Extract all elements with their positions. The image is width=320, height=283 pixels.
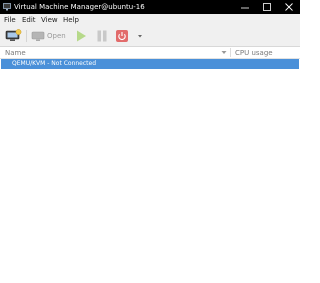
column-header-cpu[interactable]: CPU usage [235,49,273,57]
chevron-down-icon [138,35,142,38]
vm-list: Name CPU usage QEMU/KVM - Not Connected [0,46,300,283]
maximize-icon [263,3,271,11]
new-vm-icon [5,29,22,41]
sort-chevron-icon [221,51,227,54]
list-row-connection[interactable]: QEMU/KVM - Not Connected [1,59,299,69]
menu-file[interactable]: File [4,16,16,24]
connection-label: QEMU/KVM - Not Connected [12,60,97,67]
monitor-icon [3,3,11,11]
play-icon [77,30,86,42]
minimize-icon [241,7,249,9]
maximize-button[interactable] [256,0,278,14]
monitor-open-icon [31,31,45,41]
close-button[interactable] [278,0,300,14]
toolbar-separator [26,30,27,42]
list-header: Name CPU usage [0,47,300,59]
pause-button[interactable] [95,29,109,43]
run-button[interactable] [74,29,88,43]
minimize-button[interactable] [234,0,256,14]
power-icon [116,30,128,42]
column-header-name[interactable]: Name [5,49,26,57]
pause-icon [97,30,107,42]
new-vm-button[interactable] [4,29,22,43]
open-button-label: Open [47,32,66,40]
column-divider[interactable] [230,48,231,57]
close-icon [285,3,293,11]
menu-view[interactable]: View [41,16,58,24]
shutdown-menu-button[interactable] [135,29,145,43]
menu-help[interactable]: Help [63,16,79,24]
menu-edit[interactable]: Edit [22,16,36,24]
menubar: File Edit View Help [0,14,300,26]
window-titlebar: Virtual Machine Manager@ubuntu-16 [0,0,300,14]
toolbar: Open [0,26,300,46]
shutdown-button[interactable] [115,29,129,43]
window-title: Virtual Machine Manager@ubuntu-16 [14,3,145,11]
